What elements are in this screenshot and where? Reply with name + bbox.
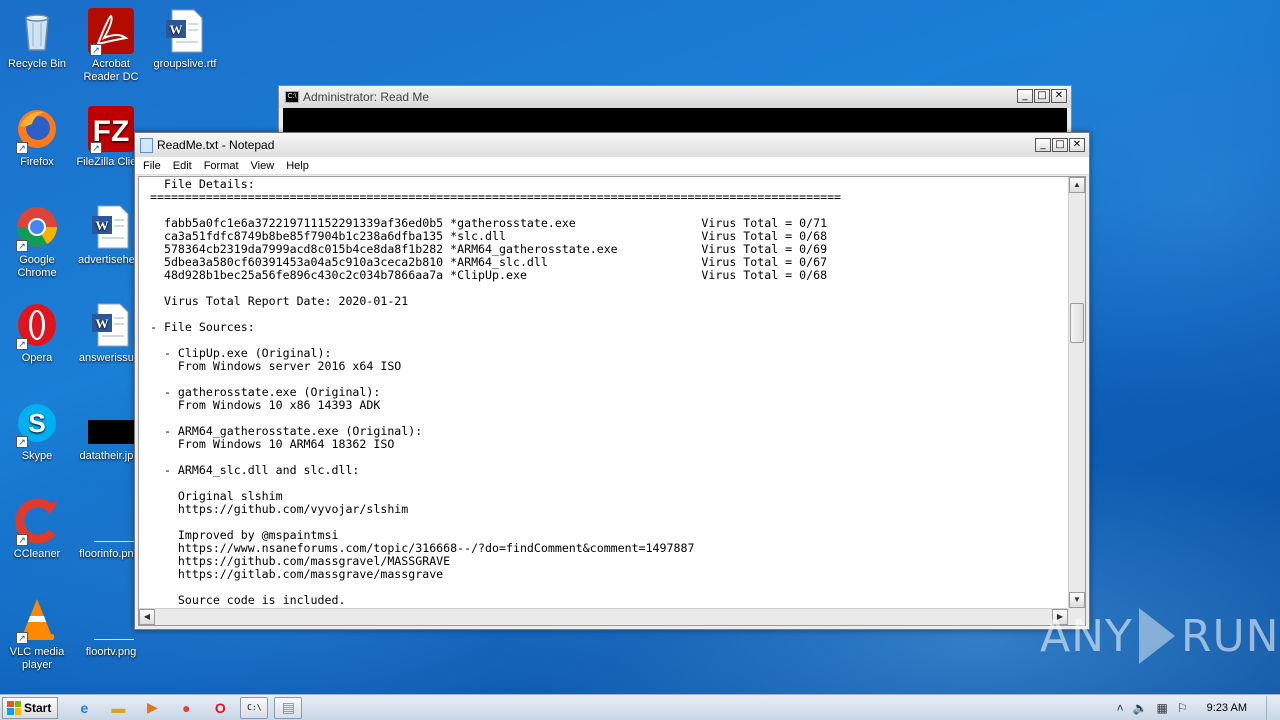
word-document-icon: W [162,8,208,54]
desktop-icon-google-chrome[interactable]: ↗ Google Chrome [0,204,74,280]
firefox-icon: ↗ [14,106,60,154]
horizontal-scrollbar[interactable]: ◀ ▶ [139,608,1068,625]
chrome-taskbar-icon[interactable]: ● [172,697,200,719]
filezilla-icon: FZ ↗ [88,106,134,154]
network-icon[interactable]: ▦ [1157,701,1168,715]
watermark-left: ANY [1040,610,1133,662]
desktop-icon-recycle-bin[interactable]: Recycle Bin [0,8,74,71]
menu-view[interactable]: View [245,160,281,172]
media-player-icon[interactable]: ▶ [138,697,166,719]
vlc-icon: ↗ [14,596,60,644]
shortcut-arrow-icon: ↗ [16,240,28,252]
notepad-titlebar[interactable]: ReadMe.txt - Notepad _ □ ✕ [135,133,1089,157]
menu-help[interactable]: Help [280,160,315,172]
maximize-button[interactable]: □ [1034,89,1050,103]
anyrun-watermark: ANY RUN [1040,608,1280,664]
close-button[interactable]: ✕ [1069,138,1085,152]
console-icon: C:\ [285,91,299,103]
shortcut-arrow-icon: ↗ [16,632,28,644]
play-logo-icon [1138,608,1175,664]
vertical-scroll-thumb[interactable] [1070,303,1084,343]
svg-text:S: S [28,408,45,438]
desktop-icon-label: Google Chrome [17,254,57,279]
notepad-icon [140,137,153,153]
menu-format[interactable]: Format [198,160,245,172]
start-button[interactable]: Start [2,696,59,719]
ccleaner-icon: ↗ [14,498,60,546]
recycle-bin-icon [14,8,60,54]
skype-icon: S ↗ [14,400,60,448]
notepad-taskbar-button[interactable]: ▤ [274,696,303,719]
desktop-icon-opera[interactable]: ↗ Opera [0,302,74,365]
desktop-icon-label: groupslive.rtf [153,58,217,70]
svg-text:W: W [170,22,183,37]
opera-icon: ↗ [14,302,60,350]
console-taskbar-button[interactable]: C:\ [240,696,269,719]
desktop-icon-acrobat[interactable]: ↗ Acrobat Reader DC [74,8,148,84]
image-file-icon [88,400,134,446]
image-file-icon [88,596,134,642]
console-window-controls: _ □ ✕ [1017,89,1067,103]
notepad-edit-area[interactable]: File Details: ==========================… [138,176,1086,626]
desktop-icon-skype[interactable]: S ↗ Skype [0,400,74,463]
vertical-scrollbar[interactable]: ▲ ▼ [1068,177,1085,608]
desktop-icon-label: Opera [21,352,53,364]
desktop-icon-label: Skype [21,450,53,462]
word-document-icon: W [88,204,134,250]
desktop-icon-label: floortv.png [85,646,137,658]
desktop-icon-vlc[interactable]: ↗ VLC media player [0,596,74,672]
notepad-window-controls: _ □ ✕ [1035,138,1085,152]
desktop-icon-label: Recycle Bin [7,58,67,70]
minimize-button[interactable]: _ [1017,89,1033,103]
windows-logo-icon [7,700,21,715]
shortcut-arrow-icon: ↗ [16,534,28,546]
acrobat-reader-icon: ↗ [88,8,134,56]
scroll-left-arrow-icon[interactable]: ◀ [139,609,155,625]
desktop-icon-firefox[interactable]: ↗ Firefox [0,106,74,169]
taskbar-pinned: e ▬ ▶ ● O C:\ ▤ [70,696,303,719]
menu-file[interactable]: File [137,160,167,172]
word-document-icon: W [88,302,134,348]
volume-icon[interactable]: 🔈 [1133,701,1148,715]
show-hidden-icons-icon[interactable]: ˄ [1117,701,1124,715]
image-file-icon [88,498,134,544]
chrome-icon: ↗ [14,204,60,252]
maximize-button[interactable]: □ [1052,138,1068,152]
notepad-title: ReadMe.txt - Notepad [157,138,275,152]
close-button[interactable]: ✕ [1051,89,1067,103]
desktop-icon-label: Acrobat Reader DC [83,58,139,83]
file-explorer-icon[interactable]: ▬ [104,697,132,719]
internet-explorer-icon[interactable]: e [70,697,98,719]
svg-text:W: W [96,316,109,331]
taskbar-clock[interactable]: 9:23 AM [1207,702,1247,714]
shortcut-arrow-icon: ↗ [90,44,102,56]
console-titlebar[interactable]: C:\ Administrator: Read Me _ □ ✕ [279,86,1071,108]
shortcut-arrow-icon: ↗ [16,142,28,154]
console-title: Administrator: Read Me [303,90,430,104]
desktop-icon-label: Firefox [20,156,54,168]
action-center-flag-icon[interactable]: ⚐ [1177,701,1188,715]
notepad-window[interactable]: ReadMe.txt - Notepad _ □ ✕ File Edit For… [134,132,1090,630]
watermark-right: RUN [1180,610,1280,662]
menu-edit[interactable]: Edit [167,160,198,172]
start-label: Start [24,700,52,715]
desktop-icon-groupslive[interactable]: W groupslive.rtf [148,8,222,71]
shortcut-arrow-icon: ↗ [90,142,102,154]
desktop-icon-ccleaner[interactable]: ↗ CCleaner [0,498,74,561]
desktop-icon-label: VLC media player [9,646,65,671]
opera-taskbar-icon[interactable]: O [206,697,234,719]
svg-text:W: W [96,218,109,233]
desktop-icon-label: CCleaner [13,548,61,560]
system-tray: ˄ 🔈 ▦ ⚐ 9:23 AM [1117,695,1280,720]
taskbar: Start e ▬ ▶ ● O C:\ ▤ ˄ 🔈 ▦ ⚐ 9:23 AM [0,694,1280,720]
scroll-up-arrow-icon[interactable]: ▲ [1069,177,1085,193]
show-desktop-button[interactable] [1266,696,1272,720]
shortcut-arrow-icon: ↗ [16,338,28,350]
minimize-button[interactable]: _ [1035,138,1051,152]
notepad-menubar: File Edit Format View Help [135,157,1089,175]
notepad-text[interactable]: File Details: ==========================… [139,177,1068,608]
shortcut-arrow-icon: ↗ [16,436,28,448]
scroll-down-arrow-icon[interactable]: ▼ [1069,592,1085,608]
